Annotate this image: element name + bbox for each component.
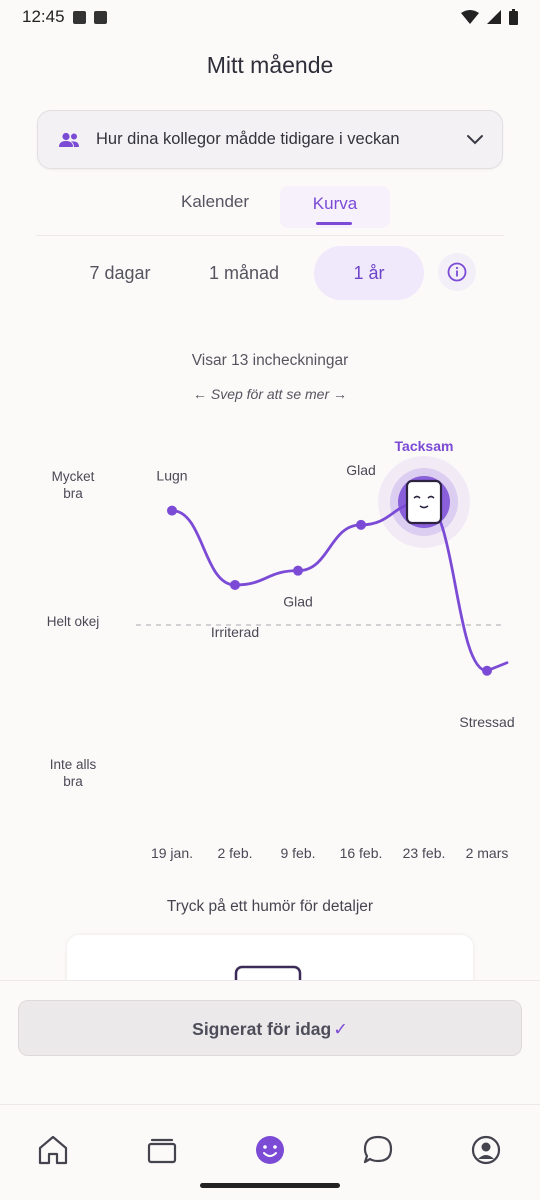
range-selector: 7 dagar 1 månad 1 år xyxy=(0,246,540,300)
bottom-panel: Signerat för idag ✓ xyxy=(0,980,540,1105)
point-label: Stressad xyxy=(459,714,514,730)
x-tick-label: 2 mars xyxy=(466,845,509,861)
data-point xyxy=(167,505,177,516)
signed-label: Signerat för idag xyxy=(192,1019,332,1039)
tab-active-indicator xyxy=(316,222,352,225)
x-tick-label: 16 feb. xyxy=(340,845,383,861)
profile-icon[interactable] xyxy=(469,1133,503,1167)
range-7-days[interactable]: 7 dagar xyxy=(70,246,170,300)
battery-icon xyxy=(509,9,518,25)
chat-icon[interactable] xyxy=(361,1133,395,1167)
info-button[interactable] xyxy=(438,253,476,291)
x-tick-label: 2 feb. xyxy=(217,845,252,861)
tap-hint: Tryck på ett humör för detaljer xyxy=(166,898,374,915)
chevron-down-icon xyxy=(467,134,483,144)
wifi-icon xyxy=(461,10,479,24)
tab-calendar[interactable]: Kalender xyxy=(181,192,249,212)
mood-curve-chart[interactable]: Lugn Irriterad Glad Glad Tacksam Stressad 19 j… xyxy=(0,430,540,880)
point-label: Glad xyxy=(346,462,376,478)
page-title: Mitt mående xyxy=(206,52,334,78)
grateful-mood-icon xyxy=(405,479,443,525)
point-label: Glad xyxy=(283,594,313,610)
bottom-navigation xyxy=(0,1104,540,1200)
range-1-month[interactable]: 1 månad xyxy=(190,246,298,300)
signed-today-button[interactable]: Signerat för idag ✓ xyxy=(18,1000,522,1056)
home-icon[interactable] xyxy=(36,1133,70,1167)
notification-icon xyxy=(72,10,86,24)
mood-icon[interactable] xyxy=(253,1133,287,1167)
view-tabs: Kalender Kurva xyxy=(36,182,504,236)
gesture-bar xyxy=(200,1183,340,1188)
point-label: Tacksam xyxy=(395,438,454,454)
info-icon xyxy=(447,262,467,282)
x-tick-label: 9 feb. xyxy=(280,845,315,861)
status-bar: 12:45 xyxy=(0,0,540,34)
range-1-year[interactable]: 1 år xyxy=(314,246,424,300)
people-icon xyxy=(59,132,79,147)
sd-card-icon xyxy=(93,10,107,24)
data-point xyxy=(356,519,366,530)
point-label: Irriterad xyxy=(211,624,259,640)
status-time: 12:45 xyxy=(22,7,65,26)
colleague-mood-label: Hur dina kollegor mådde tidigare i vecka… xyxy=(96,130,400,148)
colleague-mood-dropdown[interactable]: Hur dina kollegor mådde tidigare i vecka… xyxy=(37,110,503,169)
point-label: Lugn xyxy=(156,468,187,484)
data-point xyxy=(230,579,240,590)
data-point xyxy=(482,665,492,676)
swipe-hint: ← Svep för att se mer → xyxy=(192,386,348,402)
signal-icon xyxy=(487,10,501,24)
x-tick-label: 23 feb. xyxy=(403,845,446,861)
x-tick-label: 19 jan. xyxy=(151,845,193,861)
check-icon: ✓ xyxy=(333,1019,348,1039)
checkin-count: Visar 13 incheckningar xyxy=(191,352,349,369)
data-point xyxy=(293,565,303,576)
cards-icon[interactable] xyxy=(145,1133,179,1167)
